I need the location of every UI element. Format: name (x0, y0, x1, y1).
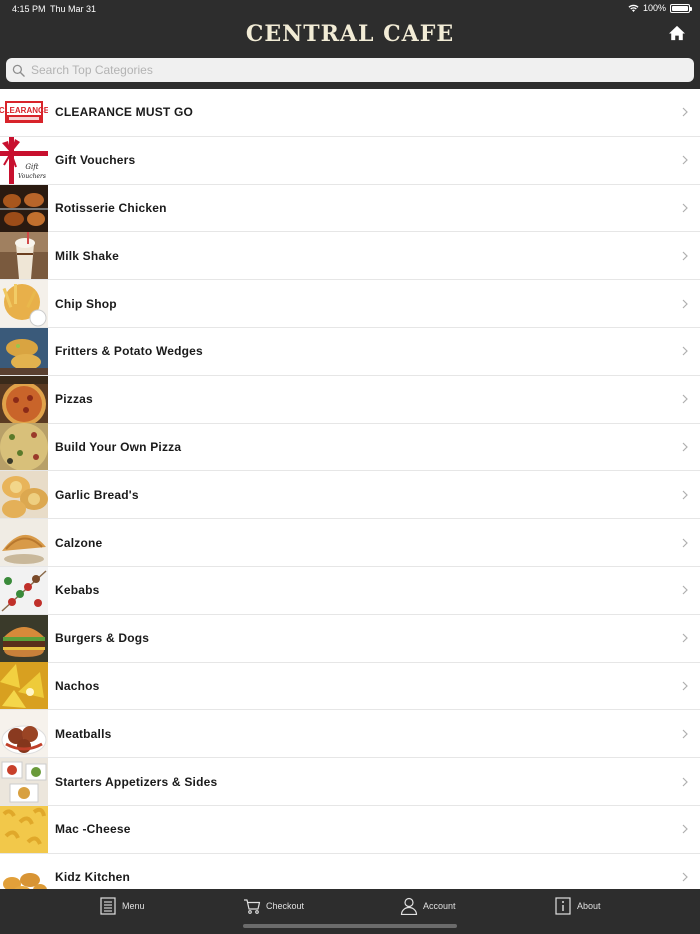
category-row[interactable]: Pizzas (0, 375, 700, 424)
category-label: Chip Shop (55, 296, 117, 311)
milkshake-thumbnail (0, 232, 48, 280)
category-row[interactable]: Starters Appetizers & Sides (0, 758, 700, 806)
search-icon (12, 64, 25, 77)
chevron-right-icon (682, 824, 688, 834)
home-indicator (243, 924, 457, 928)
nuggets-thumbnail (0, 853, 48, 889)
tab-menu-label: Menu (122, 901, 145, 911)
cart-icon (244, 899, 261, 914)
category-label: Mac -Cheese (55, 822, 131, 837)
tab-checkout-label: Checkout (266, 901, 305, 911)
category-label: Calzone (55, 535, 103, 550)
home-icon[interactable] (668, 25, 686, 41)
fries-thumbnail (0, 280, 48, 328)
search-input[interactable] (31, 63, 671, 77)
category-row[interactable]: Chip Shop (0, 280, 700, 328)
category-label: Fritters & Potato Wedges (55, 344, 203, 359)
chevron-right-icon (682, 107, 688, 117)
category-label: Kidz Kitchen (55, 870, 131, 885)
nachos-thumbnail (0, 662, 48, 710)
info-icon (555, 897, 571, 915)
tab-account-label: Account (423, 901, 456, 911)
svg-text:Gift: Gift (25, 163, 38, 171)
category-label: CLEARANCE MUST GO (55, 105, 194, 120)
chevron-right-icon (682, 633, 688, 643)
chevron-right-icon (682, 155, 688, 165)
burger-thumbnail (0, 614, 48, 662)
category-label: Nachos (55, 678, 100, 693)
tab-about-label: About (577, 901, 601, 911)
category-row[interactable]: Kidz Kitchen (0, 853, 700, 889)
category-label: Build Your Own Pizza (55, 439, 182, 454)
chevron-right-icon (682, 777, 688, 786)
category-row[interactable]: Kebabs (0, 566, 700, 615)
svg-text:CLEARANCE: CLEARANCE (0, 106, 48, 115)
category-label: Milk Shake (55, 248, 120, 263)
category-row[interactable]: Calzone (0, 519, 700, 567)
category-row[interactable]: Nachos (0, 662, 700, 711)
svg-text:Vouchers: Vouchers (18, 173, 46, 180)
chevron-right-icon (682, 299, 688, 309)
rotisserie-thumbnail (0, 184, 48, 232)
garlic-bread-thumbnail (0, 471, 48, 519)
category-row[interactable]: Mac -Cheese (0, 805, 700, 854)
category-row[interactable]: Garlic Bread's (0, 471, 700, 520)
menu-icon (100, 897, 116, 915)
chevron-right-icon (682, 346, 688, 356)
chevron-right-icon (682, 490, 688, 500)
category-row[interactable]: Build Your Own Pizza (0, 423, 700, 472)
category-label: Burgers & Dogs (55, 631, 150, 646)
tab-account[interactable]: Account (400, 897, 456, 915)
app-header: 4:15 PM Thu Mar 31 100% CENTRAL CAFE (0, 0, 700, 89)
category-row[interactable]: Rotisserie Chicken (0, 184, 700, 233)
chevron-right-icon (682, 729, 688, 739)
pizza-thumbnail (0, 375, 48, 423)
status-indicators: 100% (628, 3, 692, 13)
battery-icon (670, 3, 692, 13)
status-date: Thu Mar 31 (50, 4, 97, 14)
category-label: Garlic Bread's (55, 487, 139, 502)
category-row[interactable]: Fritters & Potato Wedges (0, 327, 700, 376)
category-label: Rotisserie Chicken (55, 200, 167, 215)
chevron-right-icon (682, 203, 688, 213)
chevron-right-icon (682, 872, 688, 882)
tab-bar: Menu Checkout Account About (0, 889, 700, 934)
category-row[interactable]: Burgers & Dogs (0, 614, 700, 663)
category-label: Pizzas (55, 392, 93, 407)
gift-voucher-thumbnail: Gift Vouchers (0, 136, 48, 184)
starters-thumbnail (0, 758, 48, 806)
tab-menu[interactable]: Menu (99, 897, 145, 915)
mac-cheese-thumbnail (0, 805, 48, 853)
category-row[interactable]: Milk Shake (0, 232, 700, 281)
battery-percent: 100% (642, 3, 666, 13)
chevron-right-icon (682, 681, 688, 691)
category-label: Kebabs (55, 583, 100, 598)
wifi-icon (628, 4, 639, 12)
app-title: CENTRAL CAFE (245, 21, 455, 47)
kebab-thumbnail (0, 566, 48, 614)
status-time: 4:15 PM (12, 4, 46, 14)
meatballs-thumbnail (0, 710, 48, 758)
chevron-right-icon (682, 538, 688, 547)
clearance-sign-thumbnail: CLEARANCE (0, 89, 48, 136)
chevron-right-icon (682, 585, 688, 595)
chevron-right-icon (682, 394, 688, 404)
category-row[interactable]: Gift Vouchers Gift Vouchers (0, 136, 700, 185)
category-row[interactable]: Meatballs (0, 710, 700, 759)
fritters-thumbnail (0, 327, 48, 375)
search-bar[interactable] (6, 58, 694, 82)
chevron-right-icon (682, 442, 688, 452)
category-label: Starters Appetizers & Sides (55, 774, 218, 789)
user-icon (400, 897, 418, 915)
category-row[interactable]: CLEARANCE CLEARANCE MUST GO (0, 89, 700, 137)
chevron-right-icon (682, 251, 688, 261)
tab-checkout[interactable]: Checkout (243, 897, 304, 915)
category-label: Gift Vouchers (55, 153, 136, 168)
category-list: CLEARANCE CLEARANCE MUST GO Gift Vouchers Gi… (0, 89, 700, 889)
category-label: Meatballs (55, 726, 112, 741)
tab-about[interactable]: About (554, 897, 601, 915)
status-bar: 4:15 PM Thu Mar 31 100% (0, 0, 700, 16)
calzone-thumbnail (0, 519, 48, 567)
pizza-build-thumbnail (0, 423, 48, 471)
